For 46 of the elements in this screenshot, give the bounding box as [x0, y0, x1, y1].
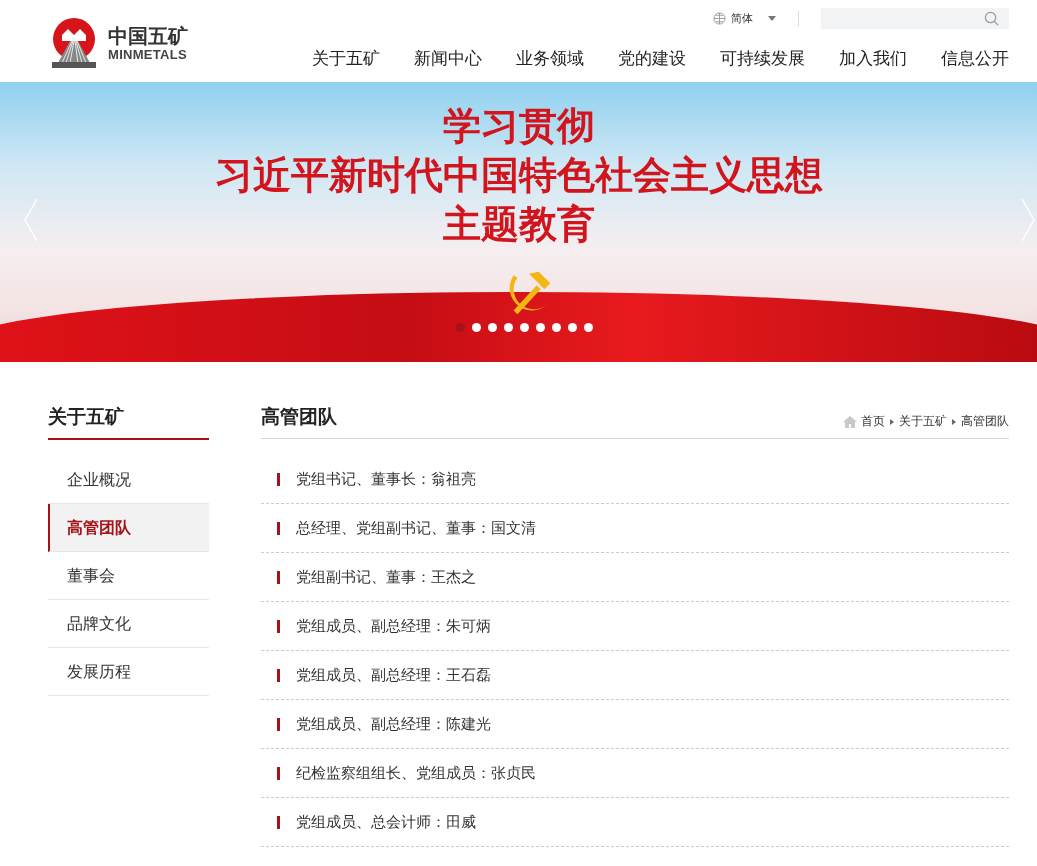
executive-link[interactable]: 纪检监察组组长、党组成员：张贞民 — [296, 763, 536, 783]
slide-dot[interactable] — [552, 323, 561, 332]
chevron-icon — [952, 418, 956, 425]
caret-icon — [768, 16, 776, 21]
executive-link[interactable]: 党组成员、副总经理：王石磊 — [296, 665, 491, 685]
nav-link[interactable]: 党的建设 — [618, 47, 686, 70]
nav-link[interactable]: 关于五矿 — [312, 47, 380, 70]
breadcrumb-link[interactable]: 首页 — [861, 413, 885, 430]
nav-link[interactable]: 信息公开 — [941, 47, 1009, 70]
slide-dot[interactable] — [584, 323, 593, 332]
sidebar-item[interactable]: 发展历程 — [48, 648, 209, 696]
sidebar-title: 关于五矿 — [48, 404, 209, 440]
slide-dot[interactable] — [488, 323, 497, 332]
section-title: 高管团队 — [261, 404, 337, 429]
nav-link[interactable]: 加入我们 — [839, 47, 907, 70]
slide-dot[interactable] — [568, 323, 577, 332]
executive-link[interactable]: 党组书记、董事长：翁祖亮 — [296, 469, 476, 489]
slide-dot[interactable] — [472, 323, 481, 332]
globe-icon — [713, 12, 726, 25]
search-icon — [984, 11, 999, 26]
slide-dot[interactable] — [456, 323, 465, 332]
home-icon — [843, 415, 857, 428]
breadcrumb-link[interactable]: 关于五矿 — [899, 413, 947, 430]
banner-headline: 习近平新时代中国特色社会主义思想 — [214, 152, 823, 199]
executive-link[interactable]: 党组成员、总会计师：田威 — [296, 812, 476, 832]
nav-link[interactable]: 可持续发展 — [720, 47, 805, 70]
executive-link[interactable]: 党组成员、副总经理：朱可炳 — [296, 616, 491, 636]
executive-link[interactable]: 党组成员、副总经理：陈建光 — [296, 714, 491, 734]
executive-link[interactable]: 总经理、党组副书记、董事：国文清 — [296, 518, 536, 538]
breadcrumb-link[interactable]: 高管团队 — [961, 413, 1009, 430]
executive-link[interactable]: 党组副书记、董事：王杰之 — [296, 567, 476, 587]
search-field[interactable] — [821, 8, 1009, 29]
nav-link[interactable]: 新闻中心 — [414, 47, 482, 70]
slide-dot[interactable] — [520, 323, 529, 332]
banner-headline: 学习贯彻 — [442, 103, 595, 150]
language-selector[interactable]: 简体 — [713, 11, 776, 26]
slide-dot[interactable] — [536, 323, 545, 332]
logo-name: 中国五矿 — [108, 24, 188, 47]
chevron-icon — [890, 418, 894, 425]
sidebar-item[interactable]: 董事会 — [48, 552, 209, 600]
sidebar-item[interactable]: 高管团队 — [48, 504, 209, 552]
nav-link[interactable]: 业务领域 — [516, 47, 584, 70]
sidebar-item[interactable]: 品牌文化 — [48, 600, 209, 648]
banner-headline: 主题教育 — [442, 201, 595, 248]
slide-dot[interactable] — [504, 323, 513, 332]
logo-subtitle: MINMETALS — [108, 46, 188, 62]
